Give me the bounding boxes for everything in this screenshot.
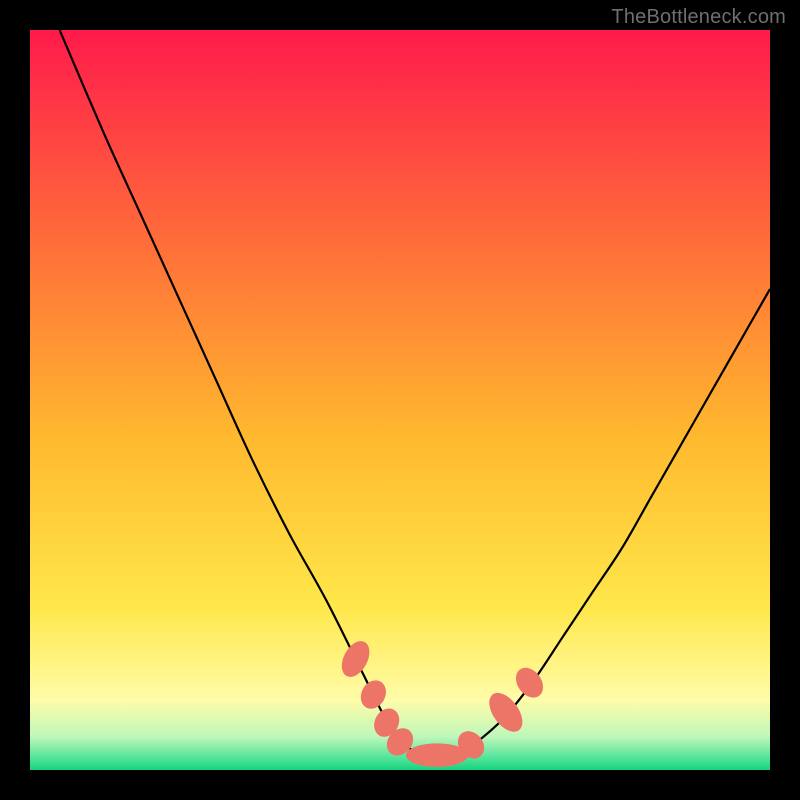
chart-frame: TheBottleneck.com [0, 0, 800, 800]
bottleneck-chart [30, 30, 770, 770]
gradient-background [30, 30, 770, 770]
watermark-label: TheBottleneck.com [611, 6, 786, 29]
plot-area [30, 30, 770, 770]
curve-marker [406, 743, 468, 767]
